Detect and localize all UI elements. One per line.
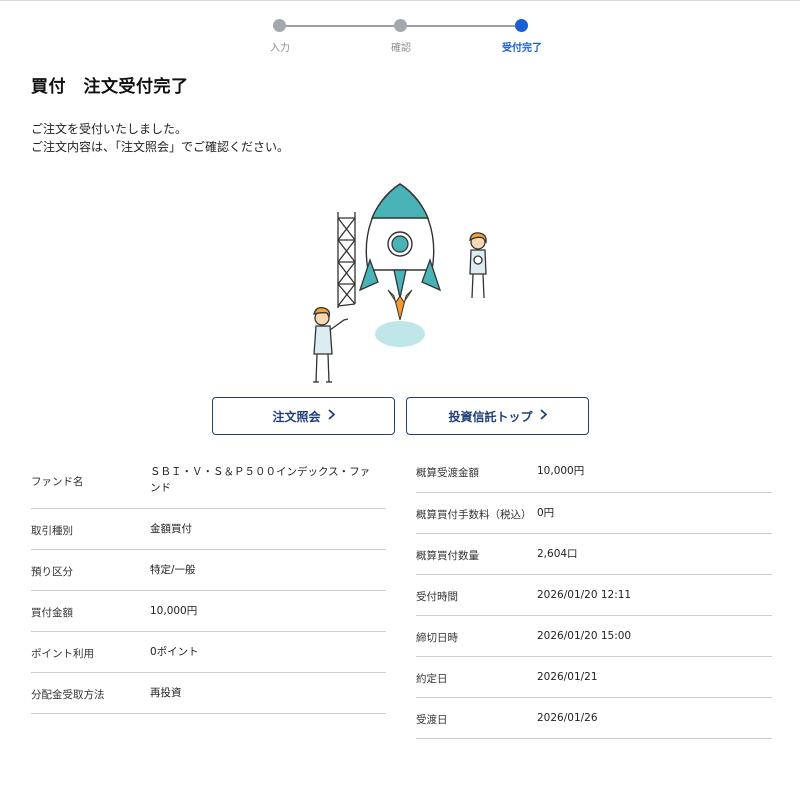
detail-value: 10,000円: [150, 605, 198, 617]
progress-stepper: 入力 確認 受付完了: [250, 18, 550, 58]
detail-label: 締切日時: [416, 632, 458, 644]
fund-top-button-label: 投資信託トップ: [448, 409, 533, 424]
launch-tower-icon: [337, 212, 356, 308]
detail-label: ファンド名: [31, 476, 84, 488]
detail-label: 概算買付数量: [416, 550, 479, 562]
detail-value: 2026/01/20 12:11: [537, 589, 632, 601]
person-pointing-icon: [313, 306, 349, 383]
step-connector: [401, 25, 522, 27]
rocket-icon: [358, 183, 442, 321]
order-inquiry-button[interactable]: 注文照会: [212, 397, 395, 435]
step-label-confirm: 確認: [391, 43, 411, 54]
detail-row-estimated-quantity: 概算買付数量 2,604口: [416, 534, 772, 575]
detail-value: 10,000円: [537, 465, 585, 477]
order-details-right: 概算受渡金額 10,000円 概算買付手数料（税込） 0円 概算買付数量 2,6…: [416, 452, 772, 739]
person-standing-icon: [469, 232, 487, 299]
detail-value: 0円: [537, 507, 555, 519]
completion-message: ご注文を受付いたしました。: [31, 122, 188, 136]
detail-row-dividend-method: 分配金受取方法 再投資: [31, 673, 386, 714]
detail-value: 0ポイント: [150, 646, 199, 658]
chevron-right-icon: [539, 408, 547, 424]
detail-row-trade-date: 約定日 2026/01/21: [416, 657, 772, 698]
detail-label: 概算買付手数料（税込）: [416, 509, 532, 521]
fund-top-button[interactable]: 投資信託トップ: [406, 397, 589, 435]
rocket-launch-illustration: [313, 183, 487, 383]
detail-row-fund-name: ファンド名 ＳＢＩ・Ｖ・Ｓ＆Ｐ５００インデックス・ファンド: [31, 452, 386, 509]
detail-row-cutoff-time: 締切日時 2026/01/20 15:00: [416, 616, 772, 657]
detail-row-trade-type: 取引種別 金額買付: [31, 509, 386, 550]
top-divider: [0, 0, 800, 1]
detail-label: 取引種別: [31, 525, 73, 537]
order-details-left: ファンド名 ＳＢＩ・Ｖ・Ｓ＆Ｐ５００インデックス・ファンド 取引種別 金額買付 …: [31, 452, 386, 714]
launch-shadow: [375, 321, 425, 347]
step-dot-input: [273, 19, 286, 32]
detail-label: 受渡日: [416, 714, 448, 726]
detail-value: 2026/01/20 15:00: [537, 630, 632, 642]
step-label-complete: 受付完了: [502, 43, 542, 54]
chevron-right-icon: [327, 408, 335, 424]
detail-value: 金額買付: [150, 523, 192, 535]
detail-value: 2026/01/21: [537, 671, 598, 683]
step-dot-complete: [515, 19, 528, 32]
inquiry-guidance-message: ご注文内容は、「注文照会」でご確認ください。: [31, 140, 290, 154]
detail-value: 特定/一般: [150, 564, 196, 576]
detail-label: 受付時間: [416, 591, 458, 603]
detail-value: 2026/01/26: [537, 712, 598, 724]
order-inquiry-button-label: 注文照会: [272, 409, 321, 424]
detail-value: 再投資: [150, 687, 182, 699]
detail-row-purchase-amount: 買付金額 10,000円: [31, 591, 386, 632]
step-connector: [280, 25, 401, 27]
detail-label: 概算受渡金額: [416, 467, 479, 479]
detail-value: ＳＢＩ・Ｖ・Ｓ＆Ｐ５００インデックス・ファンド: [150, 466, 371, 494]
detail-row-estimated-settlement: 概算受渡金額 10,000円: [416, 452, 772, 493]
detail-row-points-used: ポイント利用 0ポイント: [31, 632, 386, 673]
detail-value: 2,604口: [537, 548, 578, 560]
detail-row-settlement-date: 受渡日 2026/01/26: [416, 698, 772, 739]
page-title: 買付 注文受付完了: [31, 77, 189, 97]
step-dot-confirm: [394, 19, 407, 32]
detail-row-received-time: 受付時間 2026/01/20 12:11: [416, 575, 772, 616]
detail-label: 約定日: [416, 673, 448, 685]
detail-row-estimated-fee: 概算買付手数料（税込） 0円: [416, 493, 772, 534]
detail-label: ポイント利用: [31, 648, 94, 660]
detail-label: 買付金額: [31, 607, 73, 619]
detail-label: 分配金受取方法: [31, 689, 105, 701]
detail-row-account-type: 預り区分 特定/一般: [31, 550, 386, 591]
step-label-input: 入力: [270, 43, 290, 54]
detail-label: 預り区分: [31, 566, 73, 578]
